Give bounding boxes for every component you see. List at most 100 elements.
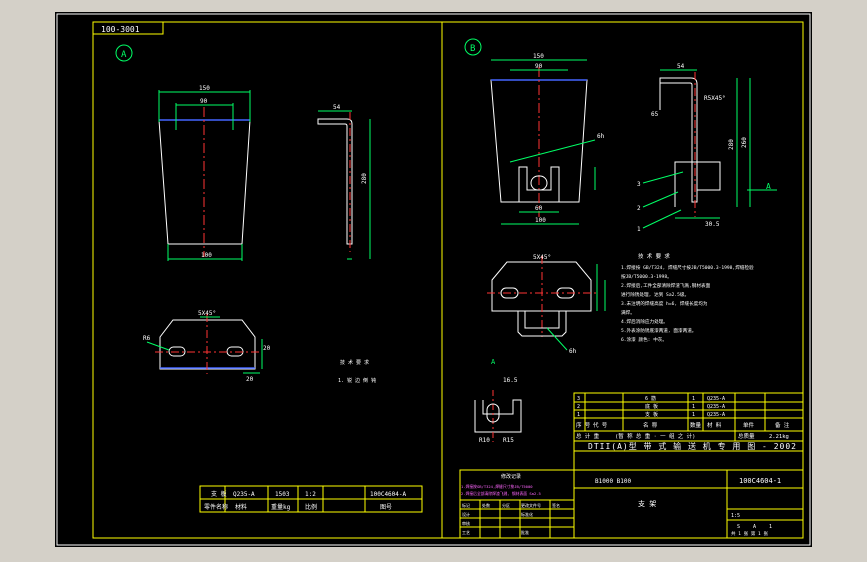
weight-total-label: 总质量 xyxy=(738,432,755,440)
approval-r1c4: 更改文件号 xyxy=(521,502,541,508)
parts-r2-no: 2 xyxy=(577,404,580,410)
view-a-dim-side-height: 280 xyxy=(361,173,368,184)
view-b-dim-side-height: 280 xyxy=(728,139,735,150)
view-b-dim-bottom: 100 xyxy=(535,217,546,224)
view-b-detail-label: A xyxy=(491,358,496,366)
view-a-note-heading: 技 术 要 求 xyxy=(340,359,369,366)
left-title-r2c4: 比例 xyxy=(305,503,317,511)
title-block: 3 6 筋 1 Q235-A 2 底 板 1 Q235-A 1 支 板 1 Q2… xyxy=(459,392,804,539)
change-line-1: 1.焊接按GB/T324,焊缝尺寸按JB/T5000 xyxy=(461,484,533,489)
view-b-dim-side-width: 54 xyxy=(677,63,685,70)
approval-r1c1: 标记 xyxy=(462,502,470,508)
approval-r1c5: 签名 xyxy=(552,502,560,508)
view-b-leader-3 xyxy=(642,171,684,184)
view-a-r-leader xyxy=(146,341,170,351)
approval-r1c2: 处数 xyxy=(482,502,490,508)
tech-note-5: 3.未注明的焊缝高度 h=6, 焊缝长度均为 xyxy=(621,300,708,307)
approval-r2c1: 设计 xyxy=(462,511,470,517)
parts-header-mat: 材 料 xyxy=(707,421,722,429)
weight-note: (暂 称 总 重 · 一 组 之 计) xyxy=(615,432,695,440)
view-a-dim-bottom: 100 xyxy=(201,252,212,259)
approval-r4c4: 批准 xyxy=(521,529,529,535)
view-b: B 150 90 60 100 6h 54 65 280 260 R5X45° … xyxy=(464,38,777,444)
view-b-dim-top-inner: 90 xyxy=(535,63,543,70)
view-b-dim-side-overall: 260 xyxy=(741,137,748,148)
view-b-side-outline xyxy=(659,77,698,203)
view-b-leader-2 xyxy=(642,191,679,208)
drawing-code-right: 100C4604-1 xyxy=(739,477,781,485)
tech-note-7: 4.焊后消除应力处理。 xyxy=(621,318,668,325)
tech-note-2: 按JB/T5000.3-1998。 xyxy=(621,273,672,280)
view-a-bottom-chamfer: 5X45° xyxy=(198,310,216,317)
change-heading: 修改记录 xyxy=(501,473,521,480)
tech-note-4: 进行除锈处理, 达到 Sa2.5级。 xyxy=(621,291,689,298)
view-a-note-line: 1. 锐 边 倒 钝 xyxy=(338,377,376,384)
approval-r3c1: 审核 xyxy=(462,520,470,526)
view-b-balloon-2: 2 xyxy=(637,205,641,212)
left-title-r1c3: 1503 xyxy=(275,491,290,498)
tech-note-1: 1.焊接按 GB/T324, 焊缝尺寸按JB/T5000.3-1998,焊缝检验 xyxy=(621,264,754,271)
left-title-r2c3: 重量kg xyxy=(271,503,291,511)
view-b-weld-2-leader xyxy=(546,327,568,351)
parts-header-note: 备 注 xyxy=(775,421,790,429)
view-b-detail-dim-2: R10 xyxy=(479,437,490,444)
left-title-r2c2: 材料 xyxy=(235,503,247,511)
drawing-sheet: 100-3001 A 150 90 100 54 280 5X45° R6 20… xyxy=(55,12,812,547)
tech-notes-heading: 技 术 要 求 xyxy=(638,252,670,260)
view-b-bottom-outline xyxy=(491,261,592,312)
approval-r4c1: 工艺 xyxy=(462,530,470,535)
parts-header-unit: 单件 xyxy=(743,421,755,429)
view-a-bottom-outline xyxy=(159,319,256,370)
drawing-number-text: 100-3001 xyxy=(101,25,140,34)
view-b-weld-1: 6h xyxy=(597,133,605,140)
stage-mark-2: A xyxy=(753,524,756,530)
view-b-dim-side-small: 65 xyxy=(651,111,659,118)
parts-header-code: 代 号 xyxy=(593,421,608,429)
view-b-label: B xyxy=(470,44,475,54)
view-a-dim-top-inner: 90 xyxy=(200,98,208,105)
parts-r1-qty: 1 xyxy=(692,396,695,402)
view-b-detail-dim-1: 16.5 xyxy=(503,377,518,384)
left-title-r1c4: 1:2 xyxy=(305,491,316,498)
parts-r1-no: 3 xyxy=(577,396,580,402)
view-b-leader-1 xyxy=(642,209,682,229)
parts-r3-qty: 1 xyxy=(692,412,695,418)
part-name: 支 架 xyxy=(638,499,656,508)
stage-mark-1: S xyxy=(737,524,740,530)
approval-r2c4: 标准化 xyxy=(521,511,533,517)
stage-mark-3: 1 xyxy=(769,524,772,530)
view-a-dim-right-2: 20 xyxy=(246,376,254,383)
parts-r1-mat: Q235-A xyxy=(707,396,725,402)
left-title-r1c1: 支 板 xyxy=(211,490,227,498)
view-b-dim-slot: 60 xyxy=(535,205,543,212)
product-title: DTII(A)型 带 式 输 送 机 专 用 图 - 2002 xyxy=(588,441,797,451)
drawing-code-left: B1000 B100 xyxy=(595,478,632,485)
view-b-balloon-1: 1 xyxy=(637,226,641,233)
drawing-canvas: 100-3001 A 150 90 100 54 280 5X45° R6 20… xyxy=(56,13,811,546)
tech-note-6: 满焊。 xyxy=(621,309,635,316)
sheet-count: 共 1 张 第 1 张 xyxy=(731,530,768,537)
view-b-detail-outline xyxy=(474,399,522,433)
left-title-r2c1: 零件名称 xyxy=(204,503,228,511)
view-a-side-outline xyxy=(317,118,353,245)
left-title-block: 支 板 Q235-A 1503 1:2 100C4604-A 零件名称 材料 重… xyxy=(199,485,423,513)
change-line-2: 2.焊接后全部清除焊渣飞溅, 钢材表面 Sa2.5 xyxy=(461,491,541,496)
parts-r1-name: 6 筋 xyxy=(645,395,656,402)
tech-note-8: 5.外表涂防锈底漆两道, 面漆两道。 xyxy=(621,327,696,334)
left-title-r1c2: Q235-A xyxy=(233,491,255,498)
view-b-bottom-chamfer: 5X45° xyxy=(533,254,551,261)
parts-r2-mat: Q235-A xyxy=(707,404,725,410)
tech-note-9: 6.涂漆 颜色: 中灰。 xyxy=(621,336,667,343)
left-title-r2c5: 图号 xyxy=(380,504,392,511)
left-title-r1c5: 100C4604-A xyxy=(370,491,407,498)
weight-label: 总 计 重 xyxy=(576,432,600,440)
view-a-label: A xyxy=(121,50,127,60)
parts-r2-name: 底 板 xyxy=(645,403,658,410)
parts-r2-qty: 1 xyxy=(692,404,695,410)
view-b-dim-side-bottom: 30.5 xyxy=(705,221,720,228)
view-a: A 150 90 100 54 280 5X45° R6 20 20 技 术 要… xyxy=(115,44,376,384)
parts-r3-name: 支 板 xyxy=(645,411,658,418)
view-a-dim-r6: R6 xyxy=(143,335,151,342)
view-b-dim-side-radius: R5X45° xyxy=(704,95,726,102)
parts-header-no: 序 号 xyxy=(576,421,591,429)
